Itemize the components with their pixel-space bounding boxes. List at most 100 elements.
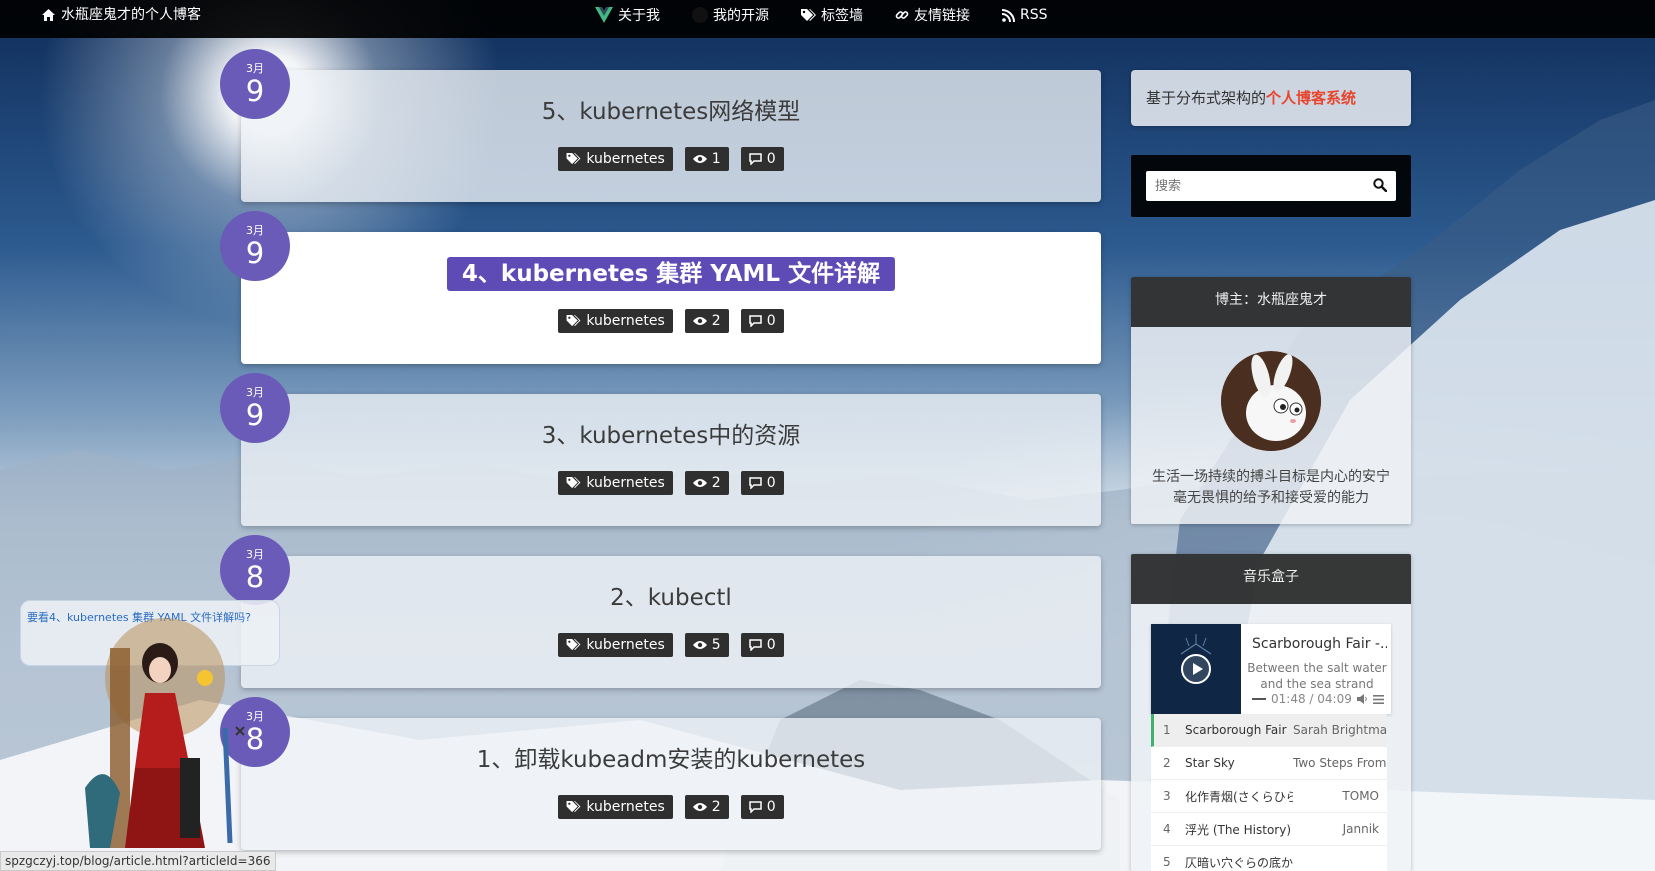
music-title: 音乐盒子 xyxy=(1131,554,1411,604)
article-title[interactable]: 1、卸载kubeadm安装的kubernetes xyxy=(462,743,881,777)
article-comments-badge: 0 xyxy=(740,309,784,333)
article-tag-badge[interactable]: kubernetes xyxy=(558,633,673,657)
search-icon[interactable] xyxy=(1373,178,1387,192)
playlist-menu-icon[interactable] xyxy=(1372,694,1384,704)
article-comments: 0 xyxy=(766,475,776,491)
promo-panel: 基于分布式架构的个人博客系统 xyxy=(1131,70,1411,126)
music-player: Scarborough Fair -... Between the salt w… xyxy=(1151,624,1391,714)
status-bar-url: spzgczyj.top/blog/article.html?articleId… xyxy=(0,851,276,871)
tags-icon xyxy=(566,801,581,813)
progress-row: 01:48 / 04:09 xyxy=(1252,692,1384,706)
article-card[interactable]: 4、kubernetes 集群 YAML 文件详解 kubernetes 2 0 xyxy=(241,232,1101,364)
avatar xyxy=(1221,351,1321,451)
article-card[interactable]: 3、kubernetes中的资源 kubernetes 2 0 xyxy=(241,394,1101,526)
article-tag-badge[interactable]: kubernetes xyxy=(558,471,673,495)
article-card[interactable]: 2、kubectl kubernetes 5 0 xyxy=(241,556,1101,688)
playlist-item[interactable]: 5 仄暗い穴ぐらの底から xyxy=(1151,846,1387,871)
article-title[interactable]: 5、kubernetes网络模型 xyxy=(527,95,816,129)
tags-icon xyxy=(566,315,581,327)
date-day: 9 xyxy=(245,398,265,432)
article-meta: kubernetes 2 0 xyxy=(241,309,1101,333)
article-views-badge: 5 xyxy=(684,633,729,657)
volume-icon[interactable] xyxy=(1356,694,1368,704)
motto-line-1: 生活一场持续的搏斗目标是内心的安宁 xyxy=(1152,469,1390,485)
playlist-item-number: 4 xyxy=(1163,822,1171,836)
playlist-item-title: 化作青烟(さくらひらり) xyxy=(1185,789,1293,804)
playlist-item[interactable]: 4 浮光 (The History) Jannik xyxy=(1151,813,1387,846)
github-icon xyxy=(692,7,708,23)
comment-icon xyxy=(748,801,762,813)
eye-icon xyxy=(692,640,707,650)
brand-link[interactable]: 水瓶座鬼才的个人博客 xyxy=(42,0,201,30)
nav-item-about[interactable]: 关于我 xyxy=(595,5,660,25)
article-meta: kubernetes 2 0 xyxy=(241,795,1101,819)
nav-links: 关于我 我的开源 标签墙 友情链接 RSS xyxy=(595,0,1048,30)
playlist-item-number: 5 xyxy=(1163,855,1171,869)
article-views: 1 xyxy=(711,151,721,167)
playlist-item[interactable]: 2 Star Sky Two Steps From Hell xyxy=(1151,747,1387,780)
album-cover xyxy=(1151,624,1241,714)
search-input[interactable] xyxy=(1146,171,1361,201)
playlist-item-title: 浮光 (The History) xyxy=(1185,822,1292,837)
article-tag-badge[interactable]: kubernetes xyxy=(558,309,673,333)
play-button[interactable] xyxy=(1181,654,1211,684)
article-card[interactable]: 1、卸载kubeadm安装的kubernetes kubernetes 2 0 xyxy=(241,718,1101,850)
playlist-item-artist: Jannik xyxy=(1342,822,1379,836)
date-day: 8 xyxy=(245,560,265,594)
article-title[interactable]: 3、kubernetes中的资源 xyxy=(527,419,816,453)
progress-bar[interactable] xyxy=(1252,698,1266,700)
article-views-badge: 2 xyxy=(684,309,729,333)
article-title[interactable]: 2、kubectl xyxy=(595,581,747,615)
date-badge: 3月 9 xyxy=(220,49,290,119)
article-title[interactable]: 4、kubernetes 集群 YAML 文件详解 xyxy=(446,257,896,291)
promo-highlight[interactable]: 个人博客系统 xyxy=(1266,89,1356,107)
date-badge: 3月 8 xyxy=(220,535,290,605)
article-tag: kubernetes xyxy=(586,313,665,329)
song-title: Scarborough Fair -... xyxy=(1252,636,1387,652)
playlist-item-artist: TOMO xyxy=(1342,789,1379,803)
playlist-item[interactable]: 3 化作青烟(さくらひらり) TOMO xyxy=(1151,780,1387,813)
article-views: 2 xyxy=(711,313,721,329)
playlist-item[interactable]: 1 Scarborough Fair Sarah Brightman xyxy=(1151,714,1387,747)
nav-item-opensource-label: 我的开源 xyxy=(713,8,769,24)
eye-icon xyxy=(692,316,707,326)
motto-line-2: 毫无畏惧的给予和接受爱的能力 xyxy=(1173,490,1369,506)
search-box xyxy=(1146,171,1396,201)
song-time: 01:48 / 04:09 xyxy=(1271,692,1352,706)
comment-icon xyxy=(748,153,762,165)
playlist-item-title: Star Sky xyxy=(1185,756,1235,770)
tags-icon xyxy=(566,477,581,489)
playlist-item-title: 仄暗い穴ぐらの底から xyxy=(1185,855,1293,870)
live2d-character[interactable] xyxy=(65,608,265,863)
nav-item-rss-label: RSS xyxy=(1020,7,1048,23)
article-meta: kubernetes 2 0 xyxy=(241,471,1101,495)
widget-close-icon[interactable] xyxy=(235,726,245,736)
article-tag: kubernetes xyxy=(586,151,665,167)
article-views-badge: 1 xyxy=(684,147,729,171)
article-tag: kubernetes xyxy=(586,475,665,491)
article-comments: 0 xyxy=(766,799,776,815)
eye-icon xyxy=(692,154,707,164)
eye-icon xyxy=(692,802,707,812)
music-panel: 音乐盒子 Scarborough Fair -... Between the s… xyxy=(1131,554,1411,871)
playlist-item-artist: Sarah Brightman xyxy=(1293,723,1387,737)
article-tag-badge[interactable]: kubernetes xyxy=(558,147,673,171)
top-navbar: 水瓶座鬼才的个人博客 关于我 我的开源 标签墙 友情链接 RSS xyxy=(0,0,1655,38)
date-day: 9 xyxy=(245,74,265,108)
comment-icon xyxy=(748,477,762,489)
tags-icon xyxy=(801,8,816,22)
nav-item-links-label: 友情链接 xyxy=(914,8,970,24)
rss-icon xyxy=(1002,8,1015,22)
article-card[interactable]: 5、kubernetes网络模型 kubernetes 1 0 xyxy=(241,70,1101,202)
article-tag-badge[interactable]: kubernetes xyxy=(558,795,673,819)
vue-icon xyxy=(595,7,613,23)
article-comments: 0 xyxy=(766,313,776,329)
article-views: 2 xyxy=(711,799,721,815)
nav-item-opensource[interactable]: 我的开源 xyxy=(692,5,769,25)
article-tag: kubernetes xyxy=(586,799,665,815)
nav-item-rss[interactable]: RSS xyxy=(1002,7,1048,23)
nav-item-links[interactable]: 友情链接 xyxy=(895,5,970,25)
tags-icon xyxy=(566,153,581,165)
article-views: 2 xyxy=(711,475,721,491)
nav-item-tags[interactable]: 标签墙 xyxy=(801,5,863,25)
